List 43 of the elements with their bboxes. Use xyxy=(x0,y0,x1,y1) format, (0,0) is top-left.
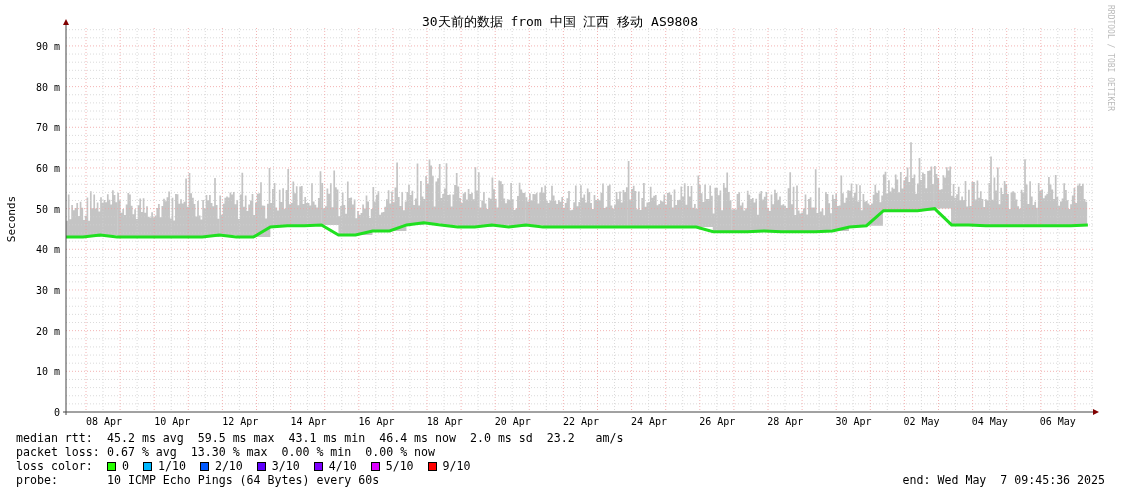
x-tick-label: 16 Apr xyxy=(358,416,395,427)
y-tick-label: 30 m xyxy=(35,285,60,296)
end-time-text: end: Wed May 7 09:45:36 2025 xyxy=(902,473,1105,487)
legend-text: 0.67 % avg 13.30 % max 0.00 % min 0.00 % now xyxy=(107,445,436,459)
y-tick-label: 80 m xyxy=(35,81,60,93)
x-tick-label: 26 Apr xyxy=(699,416,736,427)
legend-text: 10 ICMP Echo Pings (64 Bytes) every 60s xyxy=(107,473,380,487)
y-tick-label: 20 m xyxy=(35,325,60,337)
legend-text: 2/10 xyxy=(214,459,243,473)
y-axis-label: Seconds xyxy=(5,195,18,243)
legend-text: 0 xyxy=(122,459,129,473)
legend-text: 4/10 xyxy=(328,459,357,473)
legend-text: 5/10 xyxy=(385,459,414,473)
x-tick-label: 08 Apr xyxy=(86,416,123,427)
legend-label: packet loss: xyxy=(16,445,101,459)
legend-text: 45.2 ms avg 59.5 ms max 43.1 ms min 46.4 ms now 2.0 ms sd 23.2 am/s xyxy=(107,431,624,445)
legend-text: 3/10 xyxy=(271,459,300,473)
y-tick-label: 70 m xyxy=(35,122,60,134)
x-tick-label: 14 Apr xyxy=(290,416,327,427)
legend-text: 9/10 xyxy=(442,459,471,473)
x-tick-label: 04 May xyxy=(971,416,1008,427)
x-tick-label: 10 Apr xyxy=(154,416,191,427)
x-tick-label: 20 Apr xyxy=(494,416,531,427)
x-tick-label: 30 Apr xyxy=(835,416,872,427)
y-tick-label: 60 m xyxy=(35,162,60,174)
legend-text: 1/10 xyxy=(158,459,186,473)
x-tick-label: 12 Apr xyxy=(222,416,259,427)
y-tick-label: 0 xyxy=(53,407,60,418)
y-tick-label: 90 m xyxy=(35,40,60,52)
x-tick-label: 02 May xyxy=(903,416,940,427)
x-tick-label: 24 Apr xyxy=(631,416,668,427)
x-tick-label: 18 Apr xyxy=(426,416,463,427)
x-tick-label: 28 Apr xyxy=(767,416,804,427)
x-tick-label: 06 May xyxy=(1039,416,1076,427)
legend-label: loss color: xyxy=(16,459,94,473)
x-tick-label: 22 Apr xyxy=(562,416,599,427)
y-tick-label: 40 m xyxy=(35,244,60,256)
chart-title: 30天前的数据 from 中国 江西 移动 AS9808 xyxy=(421,14,699,29)
y-tick-label: 50 m xyxy=(35,203,60,215)
watermark-text: RRDTOOL / TOBI OETIKER xyxy=(1106,5,1115,111)
legend-label: probe: xyxy=(16,473,59,487)
legend-label: median rtt: xyxy=(16,431,94,445)
y-tick-label: 10 m xyxy=(35,366,60,378)
